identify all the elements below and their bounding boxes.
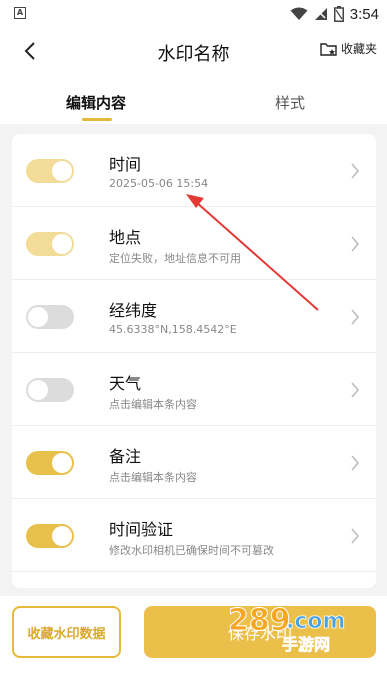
chevron-right-icon xyxy=(351,382,359,398)
list-item-remark[interactable]: 备注 点击编辑本条内容 xyxy=(12,426,376,499)
row-subtitle: 点击编辑本条内容 xyxy=(109,398,197,411)
battery-icon xyxy=(333,6,344,22)
toggle-knob xyxy=(28,380,48,400)
toggle-location[interactable] xyxy=(26,232,74,256)
toggle-knob xyxy=(52,453,72,473)
toggle-coordinates[interactable] xyxy=(26,305,74,329)
row-subtitle: 2025-05-06 15:54 xyxy=(109,177,209,190)
favorites-button[interactable]: 收藏夹 xyxy=(320,40,377,57)
list-item-coordinates[interactable]: 经纬度 45.6338°N,158.4542°E xyxy=(12,280,376,353)
row-title: 经纬度 xyxy=(109,301,158,320)
toggle-remark[interactable] xyxy=(26,451,74,475)
status-time: 3:54 xyxy=(349,5,379,23)
row-title: 地点 xyxy=(109,228,142,247)
tab-style[interactable]: 样式 xyxy=(275,92,305,113)
chevron-right-icon xyxy=(351,455,359,471)
signal-icon xyxy=(314,8,327,20)
bottom-action-bar: 收藏水印数据 保存水印 xyxy=(0,596,387,688)
list-item-weather[interactable]: 天气 点击编辑本条内容 xyxy=(12,353,376,426)
chevron-right-icon xyxy=(351,309,359,325)
toggle-time[interactable] xyxy=(26,159,74,183)
toggle-time-verification[interactable] xyxy=(26,524,74,548)
folder-star-icon xyxy=(320,42,337,56)
tab-edit-content[interactable]: 编辑内容 xyxy=(66,92,126,113)
row-title: 备注 xyxy=(109,447,142,466)
row-title: 天气 xyxy=(109,374,142,393)
toggle-knob xyxy=(52,234,72,254)
toggle-knob xyxy=(52,161,72,181)
row-title: 时间验证 xyxy=(109,520,174,539)
row-subtitle: 点击编辑本条内容 xyxy=(109,471,197,484)
watermark-fields-list: 时间 2025-05-06 15:54 地点 定位失败，地址信息不可用 经纬度 … xyxy=(12,134,376,588)
list-item-location[interactable]: 地点 定位失败，地址信息不可用 xyxy=(12,207,376,280)
top-header: 水印名称 收藏夹 xyxy=(0,28,387,74)
chevron-right-icon xyxy=(351,236,359,252)
app-notification-icon: A xyxy=(14,7,26,19)
row-title: 时间 xyxy=(109,155,142,174)
chevron-right-icon xyxy=(351,528,359,544)
favorites-label: 收藏夹 xyxy=(340,42,377,56)
toggle-weather[interactable] xyxy=(26,378,74,402)
save-watermark-button[interactable]: 保存水印 xyxy=(144,606,376,658)
status-icons: 3:54 xyxy=(290,4,379,24)
status-bar: A 3:54 xyxy=(0,0,387,28)
wifi-icon xyxy=(290,7,308,20)
row-subtitle: 45.6338°N,158.4542°E xyxy=(109,323,237,336)
tab-bar: 编辑内容 样式 xyxy=(0,74,387,124)
list-item-time-verification[interactable]: 时间验证 修改水印相机已确保时间不可篡改 xyxy=(12,499,376,572)
toggle-knob xyxy=(52,526,72,546)
chevron-right-icon xyxy=(351,163,359,179)
row-subtitle: 修改水印相机已确保时间不可篡改 xyxy=(109,544,274,557)
row-subtitle: 定位失败，地址信息不可用 xyxy=(109,252,241,265)
save-watermark-data-button[interactable]: 收藏水印数据 xyxy=(12,606,121,658)
active-tab-indicator xyxy=(82,118,112,121)
toggle-knob xyxy=(28,307,48,327)
list-item-time[interactable]: 时间 2025-05-06 15:54 xyxy=(12,134,376,207)
